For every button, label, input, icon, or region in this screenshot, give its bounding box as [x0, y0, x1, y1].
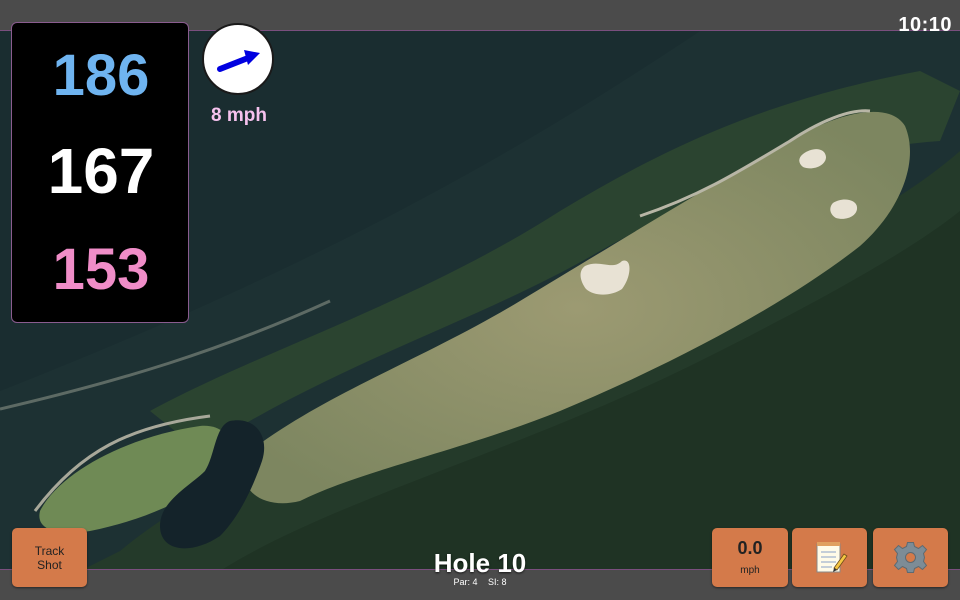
middle-distance: 167: [47, 135, 155, 207]
clock-time: 10:10: [898, 14, 952, 36]
settings-button[interactable]: [873, 528, 948, 587]
distance-panel: 186 167 153: [11, 22, 189, 323]
front-distance: 153: [52, 237, 150, 302]
track-shot-label-line1: Track: [34, 544, 65, 558]
hole-par: Par: 4: [453, 577, 478, 587]
wind-arrow-icon: [217, 50, 260, 72]
notepad-icon: [816, 542, 848, 573]
wind-speed-label: 8 mph: [211, 105, 267, 126]
wind-direction-dial: [202, 23, 274, 95]
speed-value: 0.0: [737, 538, 763, 558]
hole-info: Par: 4 SI: 8: [380, 577, 580, 587]
notes-button[interactable]: [792, 528, 867, 587]
hole-title: Hole 10: [433, 548, 527, 578]
track-shot-label-line2: Shot: [37, 558, 62, 572]
track-shot-button[interactable]: Track Shot: [12, 528, 87, 587]
speed-button[interactable]: 0.0 mph: [712, 528, 788, 587]
hole-stroke-index: SI: 8: [488, 577, 507, 587]
gear-icon: [893, 542, 928, 573]
back-distance: 186: [52, 43, 150, 108]
speed-unit: mph: [740, 565, 760, 576]
